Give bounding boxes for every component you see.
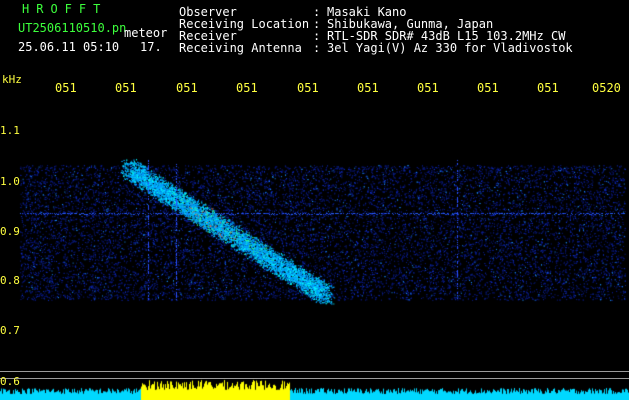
axis-unit: kHz <box>2 73 22 86</box>
time-tick: 051 <box>55 81 77 95</box>
time-tick: 051 <box>115 81 137 95</box>
filename: UT2506110510.pn <box>18 21 127 35</box>
time-tick: 051 <box>297 81 319 95</box>
freq-tick: 1.1 <box>0 124 20 137</box>
time-tick: 051 <box>477 81 499 95</box>
reference-line <box>0 378 629 379</box>
freq-tick: 0.8 <box>0 274 20 287</box>
time-tick: 051 <box>176 81 198 95</box>
time-tick: 051 <box>357 81 379 95</box>
antenna-label: Receiving Antenna <box>179 41 302 55</box>
time-tick: 0520 <box>592 81 621 95</box>
time-tick: 051 <box>537 81 559 95</box>
hrofft-window: HROFFT UT2506110510.pn meteor 25.06.11 0… <box>0 0 629 400</box>
time-tick: 051 <box>417 81 439 95</box>
freq-tick: 0.6 <box>0 375 20 388</box>
reference-line <box>0 371 629 372</box>
spectrogram-canvas <box>0 100 629 400</box>
datetime: 25.06.11 05:10 <box>18 40 120 54</box>
antenna-value: 3el Yagi(V) Az 330 for Vladivostok <box>327 41 573 55</box>
event-counter: 17. <box>140 40 162 54</box>
app-brand: HROFFT <box>22 2 108 16</box>
freq-tick: 0.9 <box>0 225 20 238</box>
freq-tick: 1.0 <box>0 175 20 188</box>
time-tick: 051 <box>236 81 258 95</box>
event-type: meteor <box>124 26 168 40</box>
freq-tick: 0.7 <box>0 324 20 337</box>
antenna-sep: : <box>313 41 321 55</box>
